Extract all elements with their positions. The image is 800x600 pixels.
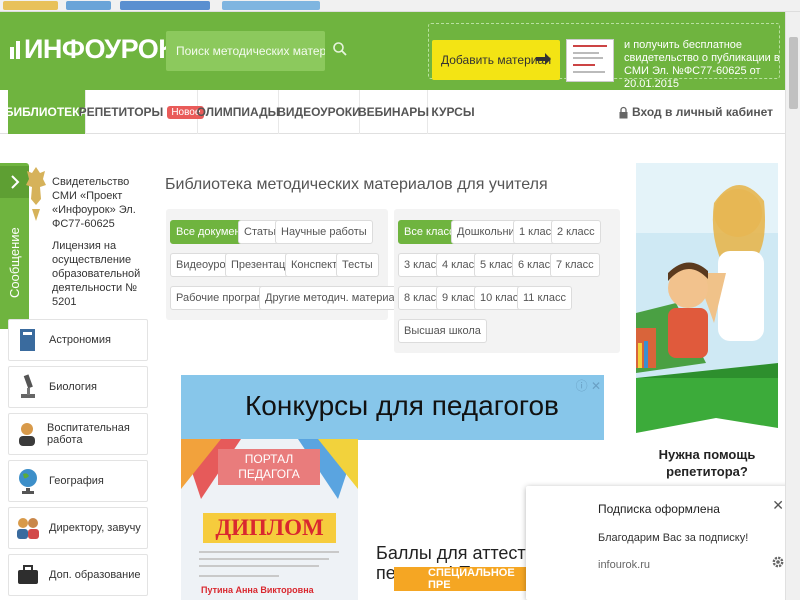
subject-extra-education[interactable]: Доп. образование bbox=[8, 554, 148, 596]
page-scrollbar[interactable] bbox=[785, 12, 800, 600]
tutor-question: Нужна помощь репетитора? bbox=[658, 447, 756, 479]
team-icon bbox=[15, 513, 41, 543]
notification-text: Благодарим Вас за подписку! bbox=[598, 532, 749, 544]
subject-biology[interactable]: Биология bbox=[8, 366, 148, 408]
bookmarks-bar bbox=[0, 0, 800, 12]
subject-upbringing[interactable]: Воспитательная работа bbox=[8, 413, 148, 455]
class-filters: Все классы Дошкольники 1 класс 2 класс 3… bbox=[394, 209, 620, 353]
nav-library[interactable]: Библиотека bbox=[5, 90, 88, 134]
lock-icon bbox=[619, 106, 628, 118]
ad-header: Конкурсы для педагогов ⓘ ✕ bbox=[181, 375, 604, 440]
search-icon[interactable] bbox=[332, 41, 348, 57]
nav-webinars[interactable]: Вебинары bbox=[358, 90, 429, 134]
nav-tutors[interactable]: Репетиторы Новое bbox=[79, 90, 205, 134]
subject-astronomy[interactable]: Астрономия bbox=[8, 319, 148, 361]
microscope-icon bbox=[15, 372, 41, 402]
globe-icon bbox=[15, 466, 41, 496]
subject-director[interactable]: Директору, завучу bbox=[8, 507, 148, 549]
portal-label: ПОРТАЛ ПЕДАГОГА bbox=[218, 449, 320, 485]
class-higher-school[interactable]: Высшая школа bbox=[398, 319, 487, 343]
document-type-filters: Все документы Статьи Научные работы Виде… bbox=[166, 209, 415, 320]
nav-olympiads[interactable]: Олимпиады bbox=[197, 90, 279, 134]
arrow-right-icon bbox=[536, 53, 551, 65]
diploma-name: Путина Анна Викторовна bbox=[201, 585, 314, 595]
main-nav: Библиотека Репетиторы Новое Олимпиады Ви… bbox=[0, 90, 785, 134]
ad-title: Конкурсы для педагогов bbox=[245, 390, 559, 421]
search-input[interactable] bbox=[166, 31, 325, 71]
class-11[interactable]: 11 класс bbox=[517, 286, 572, 310]
briefcase-icon bbox=[15, 560, 41, 590]
notification-title: Подписка оформлена bbox=[598, 502, 720, 516]
logo-icon bbox=[10, 40, 20, 59]
close-icon[interactable]: ✕ bbox=[772, 497, 784, 514]
certificate-text: и получить бесплатное свидетельство о пу… bbox=[624, 39, 780, 90]
filter-other-materials[interactable]: Другие методич. материалы bbox=[259, 286, 415, 310]
class-7[interactable]: 7 класс bbox=[550, 253, 600, 277]
gear-icon[interactable] bbox=[771, 555, 785, 569]
filter-research[interactable]: Научные работы bbox=[275, 220, 373, 244]
ad-close-icon[interactable]: ⓘ ✕ bbox=[576, 377, 601, 394]
scrollbar-thumb[interactable] bbox=[789, 37, 798, 109]
book-icon bbox=[15, 325, 41, 355]
special-offer-strip[interactable]: СПЕЦИАЛЬНОЕ ПРЕ bbox=[394, 567, 534, 591]
login-link[interactable]: Вход в личный кабинет bbox=[619, 90, 773, 134]
subscription-notification: Подписка оформлена Благодарим Вас за под… bbox=[526, 486, 796, 600]
license-text: Лицензия на осуществление образовательно… bbox=[52, 240, 141, 308]
site-logo[interactable]: ИНФОУРОК bbox=[10, 34, 175, 65]
notification-site: infourok.ru bbox=[598, 559, 650, 571]
bookmark[interactable] bbox=[66, 1, 111, 10]
bookmark[interactable] bbox=[3, 1, 58, 10]
search-field[interactable] bbox=[166, 31, 325, 71]
filter-tests[interactable]: Тесты bbox=[336, 253, 379, 277]
certificate-thumbnail bbox=[566, 39, 614, 82]
bookmark[interactable] bbox=[120, 1, 210, 10]
diploma-label: ДИПЛОМ bbox=[203, 513, 336, 543]
site-header: ИНФОУРОК Добавить материал и получить бе… bbox=[0, 12, 785, 90]
diploma-image: ПОРТАЛ ПЕДАГОГА ДИПЛОМ Путина Анна Викто… bbox=[181, 439, 358, 600]
people-icon bbox=[15, 419, 39, 449]
nav-videolessons[interactable]: Видеоуроки bbox=[277, 90, 361, 134]
add-material-button[interactable]: Добавить материал bbox=[432, 40, 560, 80]
bookmark[interactable] bbox=[222, 1, 320, 10]
smi-certificate-text: Свидетельство СМИ «Проект «Инфоурок» Эл.… bbox=[52, 176, 136, 230]
subject-geography[interactable]: География bbox=[8, 460, 148, 502]
page-title: Библиотека методических материалов для у… bbox=[165, 176, 548, 193]
emblem-icon bbox=[26, 167, 46, 221]
class-2[interactable]: 2 класс bbox=[551, 220, 601, 244]
nav-courses[interactable]: Курсы bbox=[428, 90, 478, 134]
